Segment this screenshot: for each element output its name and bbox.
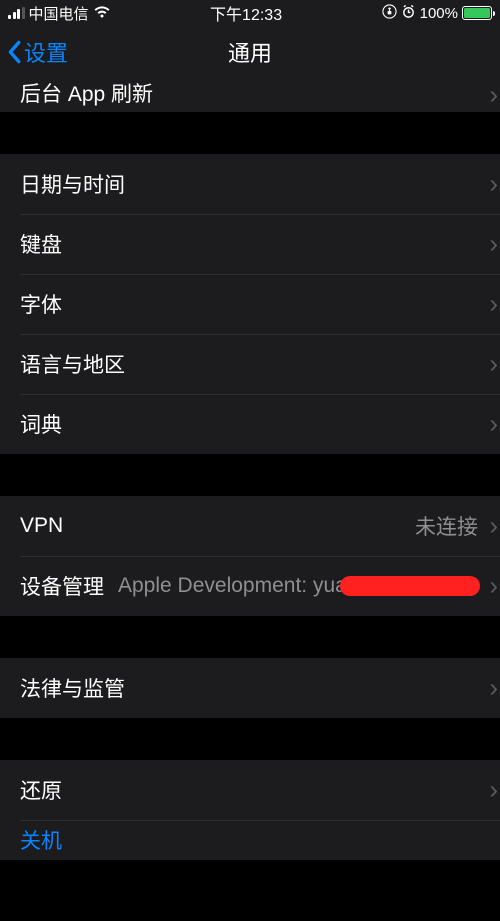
- group-network: VPN 未连接 › 设备管理 Apple Development: yuanze…: [0, 496, 500, 616]
- row-legal[interactable]: 法律与监管 ›: [0, 658, 500, 718]
- battery-icon: [462, 6, 492, 20]
- status-right: 100%: [382, 4, 492, 23]
- row-label: 日期与时间: [20, 169, 125, 199]
- row-label: 关机: [20, 825, 62, 855]
- row-language-region[interactable]: 语言与地区 ›: [0, 334, 500, 394]
- chevron-right-icon: ›: [489, 289, 498, 320]
- chevron-left-icon: [6, 40, 22, 64]
- group-locale: 日期与时间 › 键盘 › 字体 › 语言与地区 › 词典 ›: [0, 154, 500, 454]
- chevron-right-icon: ›: [489, 229, 498, 260]
- carrier-label: 中国电信: [29, 3, 89, 24]
- row-keyboard[interactable]: 键盘 ›: [0, 214, 500, 274]
- row-date-time[interactable]: 日期与时间 ›: [0, 154, 500, 214]
- row-vpn[interactable]: VPN 未连接 ›: [0, 496, 500, 556]
- chevron-right-icon: ›: [489, 775, 498, 806]
- group-partial-top: 后台 App 刷新 ›: [0, 78, 500, 112]
- row-dictionary[interactable]: 词典 ›: [0, 394, 500, 454]
- row-label: 还原: [20, 775, 62, 805]
- group-reset: 还原 › 关机: [0, 760, 500, 860]
- wifi-icon: [93, 5, 111, 21]
- row-label: 语言与地区: [20, 349, 125, 379]
- lock-rotation-icon: [382, 4, 397, 23]
- row-label: 后台 App 刷新: [20, 78, 153, 108]
- chevron-right-icon: ›: [489, 80, 498, 111]
- chevron-right-icon: ›: [489, 409, 498, 440]
- status-bar: 中国电信 下午12:33 100%: [0, 0, 500, 26]
- row-label: VPN: [20, 514, 63, 538]
- back-button[interactable]: 设置: [6, 36, 68, 68]
- row-label: 法律与监管: [20, 673, 125, 703]
- row-value: 未连接: [415, 511, 478, 541]
- row-shutdown[interactable]: 关机: [0, 820, 500, 860]
- redaction-mark: [340, 576, 480, 596]
- chevron-right-icon: ›: [489, 511, 498, 542]
- chevron-right-icon: ›: [489, 673, 498, 704]
- signal-icon: [8, 7, 25, 19]
- page-title: 通用: [228, 36, 272, 68]
- back-label: 设置: [24, 36, 68, 68]
- row-background-app-refresh[interactable]: 后台 App 刷新 ›: [0, 78, 500, 112]
- chevron-right-icon: ›: [489, 169, 498, 200]
- row-label: 字体: [20, 289, 62, 319]
- nav-bar: 设置 通用: [0, 26, 500, 78]
- chevron-right-icon: ›: [489, 349, 498, 380]
- row-reset[interactable]: 还原 ›: [0, 760, 500, 820]
- row-label: 设备管理: [20, 571, 104, 601]
- alarm-icon: [401, 4, 416, 23]
- row-label: 键盘: [20, 229, 62, 259]
- row-fonts[interactable]: 字体 ›: [0, 274, 500, 334]
- group-legal: 法律与监管 ›: [0, 658, 500, 718]
- section-gap: [0, 718, 500, 760]
- row-device-management[interactable]: 设备管理 Apple Development: yuanzefu... ›: [0, 556, 500, 616]
- status-left: 中国电信: [8, 3, 111, 24]
- row-label: 词典: [20, 409, 62, 439]
- battery-percent: 100%: [420, 5, 458, 22]
- section-gap: [0, 454, 500, 496]
- chevron-right-icon: ›: [489, 571, 498, 602]
- section-gap: [0, 112, 500, 154]
- section-gap: [0, 616, 500, 658]
- content: 后台 App 刷新 › 日期与时间 › 键盘 › 字体 › 语言与地区 › 词典…: [0, 78, 500, 860]
- status-time: 下午12:33: [210, 1, 282, 25]
